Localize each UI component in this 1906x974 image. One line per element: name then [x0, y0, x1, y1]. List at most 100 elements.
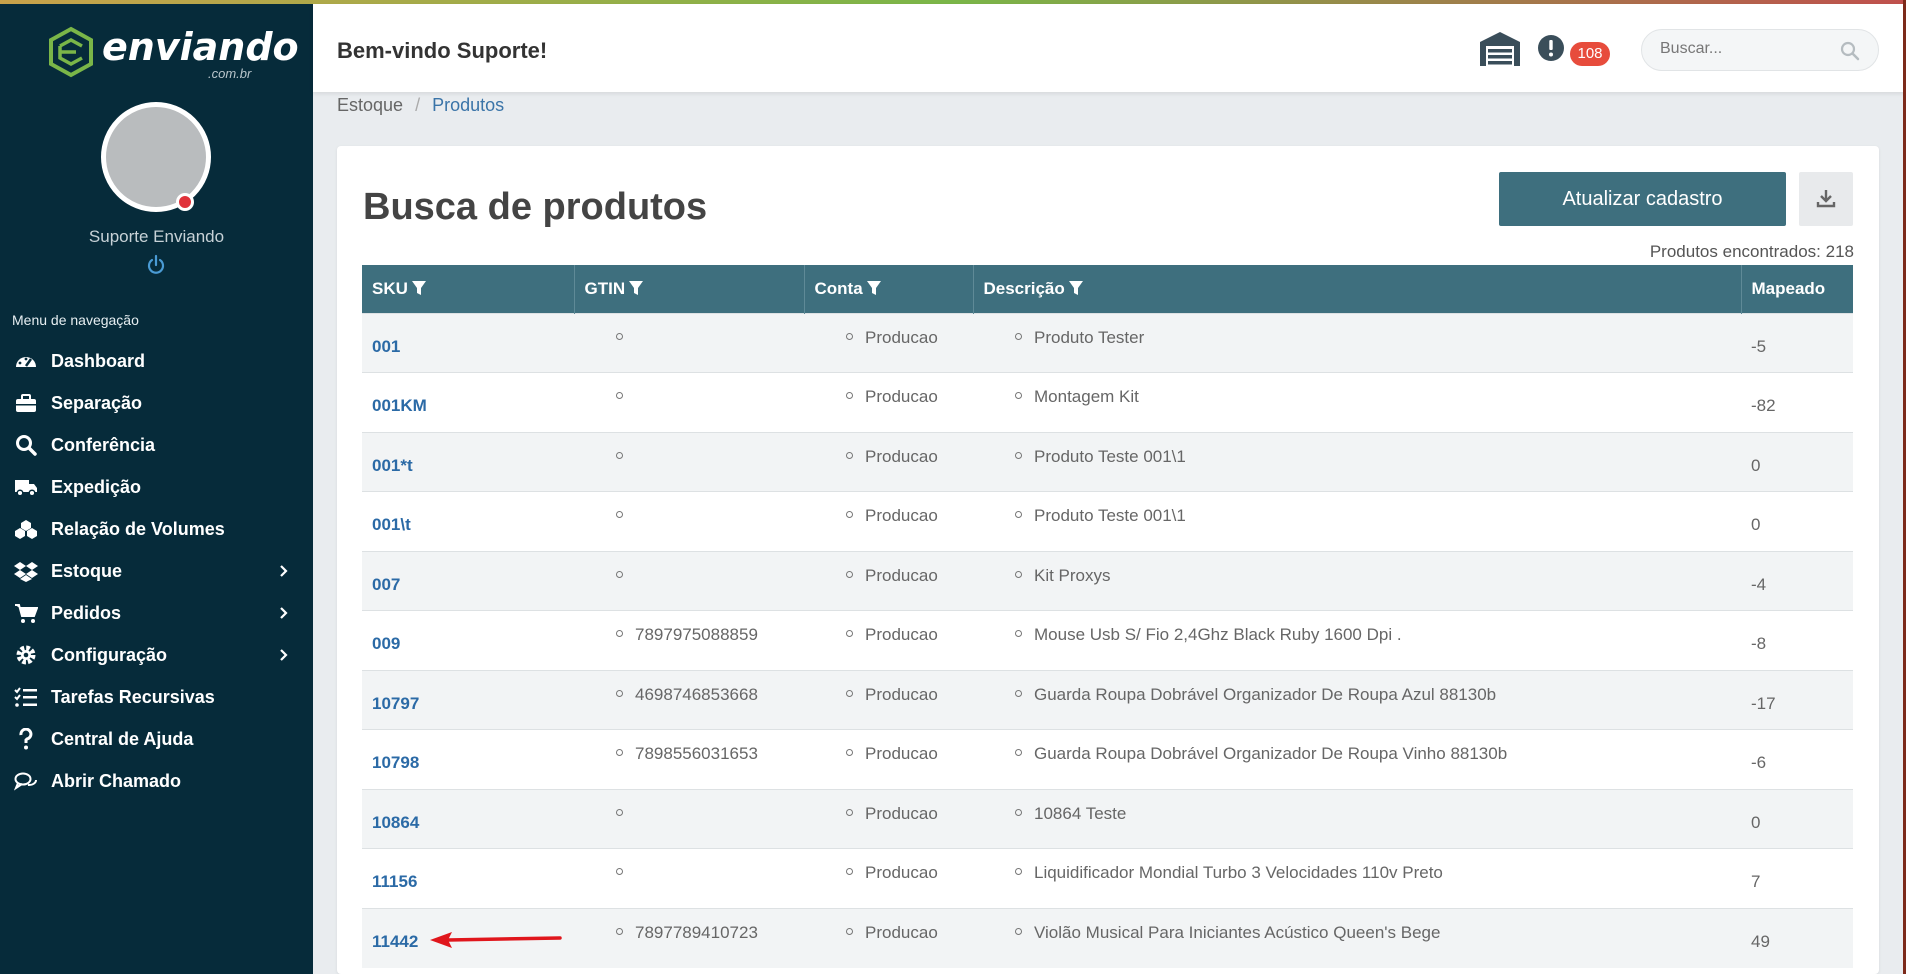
sidebar-item-separacao[interactable]: Separação [0, 382, 313, 424]
bullet [846, 511, 853, 518]
bullet [616, 451, 623, 459]
column-label: Descrição [983, 278, 1065, 298]
table-header-row: SKU GTIN Conta Descrição Mapeado [362, 265, 1853, 313]
download-button[interactable] [1799, 172, 1853, 226]
bullet [616, 749, 623, 756]
descricao-cell: Kit Proxys [973, 550, 1741, 611]
products-card: Busca de produtos Atualizar cadastro Pro… [337, 146, 1879, 974]
sidebar: enviando .com.br Suporte Enviando Menu d… [0, 4, 313, 974]
gtin-cell [574, 431, 804, 492]
sidebar-item-pedidos[interactable]: Pedidos [0, 592, 313, 634]
gtin-cell [574, 491, 804, 551]
descricao-value: Guarda Roupa Dobrável Organizador De Rou… [1034, 744, 1508, 763]
conta-value: Producao [865, 446, 938, 466]
notification-badge[interactable]: 108 [1570, 42, 1610, 66]
mapeado-value: 0 [1741, 788, 1853, 849]
filter-icon[interactable] [628, 280, 644, 296]
bullet [846, 332, 853, 340]
welcome-text: Bem-vindo Suporte! [337, 38, 548, 63]
warehouse-icon[interactable] [1478, 30, 1522, 68]
descricao-value: Liquidificador Mondial Turbo 3 Velocidad… [1034, 863, 1443, 882]
conta-cell: Producao [804, 729, 973, 789]
sku-link[interactable]: 007 [362, 550, 574, 611]
column-header-descricao[interactable]: Descrição [973, 265, 1742, 313]
power-icon[interactable] [146, 254, 166, 276]
bullet [616, 689, 623, 697]
conta-value: Producao [865, 387, 938, 406]
gtin-value: 7898556031653 [635, 744, 758, 763]
bullet [1015, 511, 1022, 518]
alert-icon[interactable] [1537, 34, 1565, 62]
search-icon[interactable] [1840, 41, 1860, 61]
avatar[interactable] [101, 102, 211, 212]
filter-icon[interactable] [1068, 280, 1084, 296]
gtin-cell [574, 550, 804, 611]
logo-cube-icon [49, 26, 93, 78]
status-indicator [176, 193, 194, 211]
sidebar-item-tarefas-recursivas[interactable]: Tarefas Recursivas [0, 676, 313, 718]
column-label: Mapeado [1751, 278, 1826, 298]
sidebar-item-label: Expedição [51, 476, 142, 497]
bullet [616, 332, 623, 340]
sidebar-item-relacao-volumes[interactable]: Relação de Volumes [0, 508, 313, 550]
gtin-cell: 7897975088859 [574, 610, 804, 670]
column-header-mapeado[interactable]: Mapeado [1741, 265, 1853, 313]
chevron-right-icon [280, 565, 288, 577]
descricao-cell: Produto Teste 001\1 [973, 491, 1741, 551]
conta-value: Producao [865, 684, 938, 704]
annotation-arrow [430, 932, 562, 948]
briefcase-icon [16, 394, 36, 412]
sidebar-item-configuracao[interactable]: Configuração [0, 634, 313, 676]
mapeado-value: -8 [1741, 610, 1853, 670]
column-label: GTIN [584, 278, 626, 298]
gtin-value: 7897975088859 [635, 625, 758, 644]
update-catalog-button[interactable]: Atualizar cadastro [1499, 172, 1786, 226]
sku-link[interactable]: 001KM [362, 372, 574, 432]
gtin-cell: 7897789410723 [574, 907, 804, 968]
brand-logo[interactable]: enviando [46, 26, 299, 78]
breadcrumb-current[interactable]: Produtos [432, 95, 504, 115]
sidebar-item-central-ajuda[interactable]: Central de Ajuda [0, 718, 313, 760]
table-row: 10797 4698746853668 Producao Guarda Roupa D… [362, 669, 1853, 730]
sidebar-item-expedicao[interactable]: Expedição [0, 466, 313, 508]
conta-cell: Producao [804, 550, 973, 611]
sku-link[interactable]: 009 [362, 610, 574, 670]
sku-link[interactable]: 001\t [362, 491, 574, 551]
conta-cell: Producao [804, 491, 973, 551]
search-input[interactable] [1660, 40, 1820, 58]
sku-link[interactable]: 10797 [362, 669, 574, 730]
truck-icon [15, 480, 37, 497]
column-label: SKU [372, 278, 408, 298]
sidebar-item-dashboard[interactable]: Dashboard [0, 340, 313, 382]
search-box [1641, 29, 1879, 71]
nav-title: Menu de navegação [12, 312, 139, 328]
sidebar-item-conferencia[interactable]: Conferência [0, 424, 313, 466]
column-header-sku[interactable]: SKU [362, 265, 575, 313]
table-row: 001KM Producao Montagem Kit -82 [362, 372, 1853, 432]
bullet [846, 927, 853, 935]
sku-link[interactable]: 001 [362, 312, 574, 373]
sidebar-item-estoque[interactable]: Estoque [0, 550, 313, 592]
conta-cell: Producao [804, 669, 973, 730]
sku-link[interactable]: 10798 [362, 729, 574, 789]
cart-icon [15, 604, 38, 623]
descricao-cell: Mouse Usb S/ Fio 2,4Ghz Black Ruby 1600 … [973, 610, 1741, 670]
boxes-icon [15, 520, 37, 539]
chevron-right-icon [280, 649, 288, 661]
bullet [846, 570, 853, 578]
filter-icon[interactable] [866, 280, 882, 296]
column-header-conta[interactable]: Conta [804, 265, 974, 313]
gtin-cell [574, 788, 804, 849]
mapeado-value: -17 [1741, 669, 1853, 730]
sku-link[interactable]: 11156 [362, 848, 574, 908]
mapeado-value: 49 [1741, 907, 1853, 968]
column-header-gtin[interactable]: GTIN [574, 265, 805, 313]
table-row: 007 Producao Kit Proxys -4 [362, 550, 1853, 611]
breadcrumb-parent[interactable]: Estoque [337, 95, 403, 115]
filter-icon[interactable] [411, 280, 427, 296]
sidebar-item-abrir-chamado[interactable]: Abrir Chamado [0, 760, 313, 802]
gtin-cell [574, 372, 804, 432]
sku-link[interactable]: 001*t [362, 431, 574, 492]
descricao-value: 10864 Teste [1034, 803, 1127, 823]
sku-link[interactable]: 10864 [362, 788, 574, 849]
